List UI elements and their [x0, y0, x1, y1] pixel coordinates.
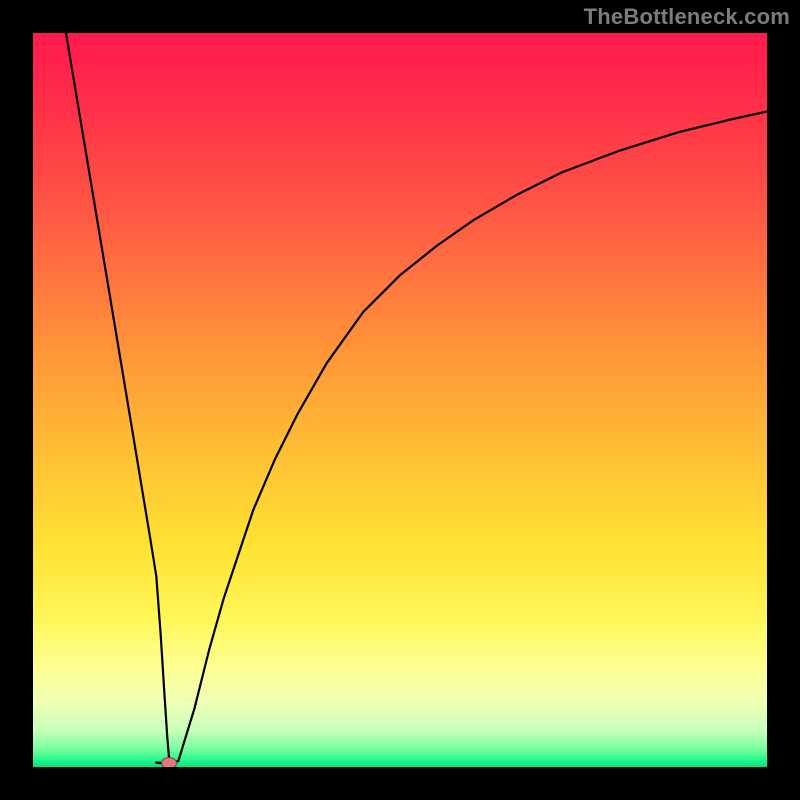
plot-area — [33, 33, 767, 767]
minimum-marker — [161, 757, 177, 767]
bottleneck-curve — [33, 33, 767, 767]
watermark-text: TheBottleneck.com — [584, 4, 790, 30]
chart-frame: TheBottleneck.com — [0, 0, 800, 800]
